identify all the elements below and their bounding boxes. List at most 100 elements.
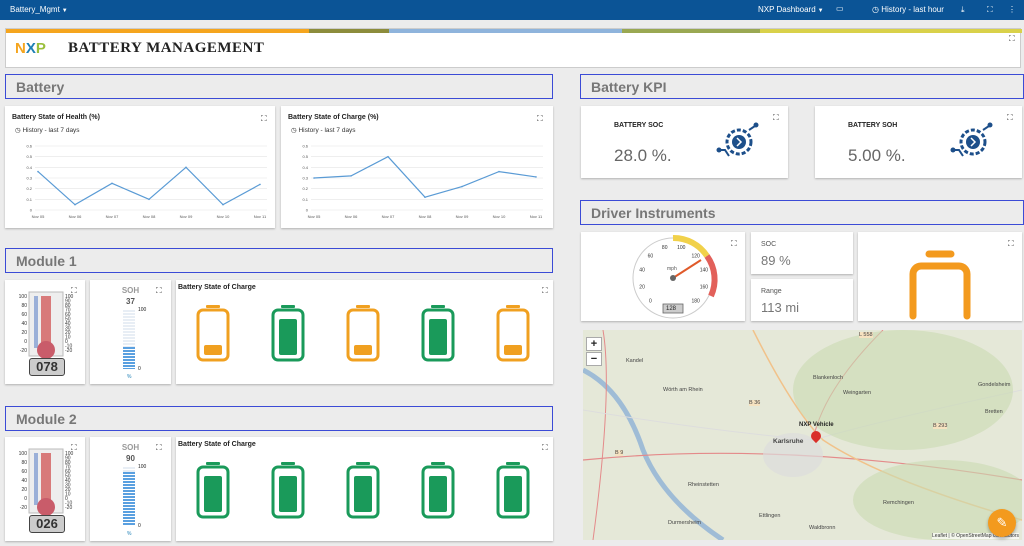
marker-label: NXP Vehicle (799, 422, 834, 428)
map-place: Ettlingen (759, 513, 781, 519)
data-point (259, 183, 261, 186)
more-icon[interactable]: ⋮ (1008, 5, 1016, 14)
kpi-soc-card: BATTERY SOC 28.0 %. ⛶ (581, 106, 788, 178)
battery-level-fill (204, 345, 222, 355)
gauge-tick-label: 20 (639, 284, 645, 290)
page-title: BATTERY MANAGEMENT (68, 40, 265, 56)
data-point (185, 166, 187, 169)
module2-soc-card: Battery State of Charge ⛶ (176, 437, 553, 541)
data-point (222, 203, 224, 206)
data-point (387, 155, 389, 158)
expand-icon[interactable]: ⛶ (71, 287, 77, 295)
soh-bar-track (123, 466, 135, 526)
download-icon[interactable]: ⤓ (961, 5, 965, 15)
battery-level-fill (504, 345, 522, 355)
map-place: Gondelsheim (978, 382, 1011, 388)
color-stripe (309, 29, 389, 33)
expand-icon[interactable]: ⛶ (773, 114, 779, 122)
zoom-in-button[interactable]: + (586, 337, 602, 351)
battery-chip-icon (950, 122, 993, 157)
thermometer-bulb (37, 341, 55, 359)
thermometer-tick: 40 (21, 321, 27, 327)
fullscreen-icon[interactable]: ⛶ (987, 5, 993, 15)
gauge-tick-label: 140 (700, 268, 709, 274)
soh-unit: % (127, 531, 132, 537)
expand-icon[interactable]: ⛶ (156, 287, 162, 295)
dashboard-menu[interactable]: NXP Dashboard ▼ (758, 5, 824, 14)
battery-chip-icon (716, 122, 759, 157)
soh-bar-fill (123, 472, 135, 526)
kpi-soh-label: BATTERY SOH (848, 122, 898, 129)
y-tick-label: 0.6 (26, 144, 32, 149)
thermometer-tick: 0 (24, 496, 27, 502)
kpi-soh-card: BATTERY SOH 5.00 %. ⛶ (815, 106, 1022, 178)
soc-value: 89 % (761, 253, 791, 268)
battery-level-fill (354, 476, 372, 512)
pencil-icon: ✎ (996, 515, 1008, 530)
module2-soh-card: SOH 90 100 0 % ⛶ (90, 437, 171, 541)
zoom-out-button[interactable]: − (586, 352, 602, 366)
thermometer-tick: -20 (65, 505, 72, 511)
battery-terminal (281, 462, 295, 465)
gauge-tick-label: 80 (662, 245, 668, 251)
history-menu[interactable]: ◷ History - last hour (872, 5, 944, 14)
gauge-tick-label: 160 (700, 284, 709, 290)
map-road: B 293 (933, 423, 948, 429)
thermometer-tick: 0 (24, 339, 27, 345)
app-menu[interactable]: Battery_Mgmt ▼ (10, 5, 68, 14)
expand-icon[interactable]: ⛶ (731, 240, 737, 248)
thermometer-tick: 80 (21, 460, 27, 466)
cast-icon[interactable]: ▭ (836, 4, 844, 13)
thermometer-tick: 20 (21, 487, 27, 493)
section-battery: Battery (5, 74, 553, 99)
vehicle-map[interactable]: + − Kandel Wörth am Rhein Rheinstetten D… (583, 330, 1022, 540)
section-module-1: Module 1 (5, 248, 553, 273)
expand-icon[interactable]: ⛶ (1007, 114, 1013, 122)
soh-max: 100 (138, 307, 147, 313)
thermometer-tick: -20 (20, 348, 27, 354)
header-banner: NXP BATTERY MANAGEMENT ⛶ (5, 28, 1022, 68)
thermometer-tick: 80 (21, 303, 27, 309)
nxp-logo: NXP (15, 40, 46, 57)
map-place: Wörth am Rhein (663, 387, 703, 393)
x-tick-label: Nov 06 (345, 214, 358, 219)
module2-thermometer-card: 100 80 60 40 20 0 -20 100 90 80 70 60 50 40 30 20 10 0 -10… (5, 437, 85, 541)
section-module-2: Module 2 (5, 406, 553, 431)
gauge-tick-label: 40 (639, 268, 645, 274)
edit-button[interactable]: ✎ (988, 509, 1016, 537)
y-tick-label: 0.3 (26, 176, 32, 181)
soh-value: 37 (126, 297, 135, 306)
thermometer-column (41, 296, 51, 346)
y-tick-label: 0 (30, 208, 33, 213)
top-bar: Battery_Mgmt ▼ NXP Dashboard ▼ ▭ ◷ History… (0, 0, 1024, 20)
chevron-down-icon: ▼ (817, 8, 824, 14)
thermometer-bulb (37, 498, 55, 516)
color-stripe (6, 29, 309, 33)
map-city: Karlsruhe (773, 438, 804, 445)
expand-icon[interactable]: ⛶ (156, 444, 162, 452)
battery-terminal (431, 462, 445, 465)
kpi-soc-value: 28.0 %. (614, 146, 672, 165)
expand-icon[interactable]: ⛶ (71, 444, 77, 452)
soc-label: SOC (761, 241, 777, 248)
range-label: Range (761, 288, 782, 295)
y-tick-label: 0.3 (302, 176, 308, 181)
range-value: 113 mi (761, 300, 800, 315)
expand-icon[interactable]: ⛶ (1009, 35, 1015, 43)
dashboard-name: NXP Dashboard (758, 5, 816, 14)
gauge-tick-label: 60 (648, 253, 654, 259)
y-tick-label: 0.5 (302, 154, 308, 159)
y-tick-label: 0 (306, 208, 309, 213)
y-tick-label: 0.1 (26, 197, 32, 202)
color-stripe (760, 29, 1022, 33)
kpi-soh-value: 5.00 %. (848, 146, 906, 165)
data-point (148, 198, 150, 201)
expand-icon[interactable]: ⛶ (1008, 240, 1014, 248)
y-tick-label: 0.4 (302, 165, 308, 170)
data-point (74, 203, 76, 206)
soc-chart-card: Battery State of Charge (%) ◷ History - … (281, 106, 553, 228)
battery-level-fill (429, 476, 447, 512)
soh-bar-fill (123, 346, 135, 369)
y-tick-label: 0.5 (26, 154, 32, 159)
map-place: Bretten (985, 409, 1003, 415)
